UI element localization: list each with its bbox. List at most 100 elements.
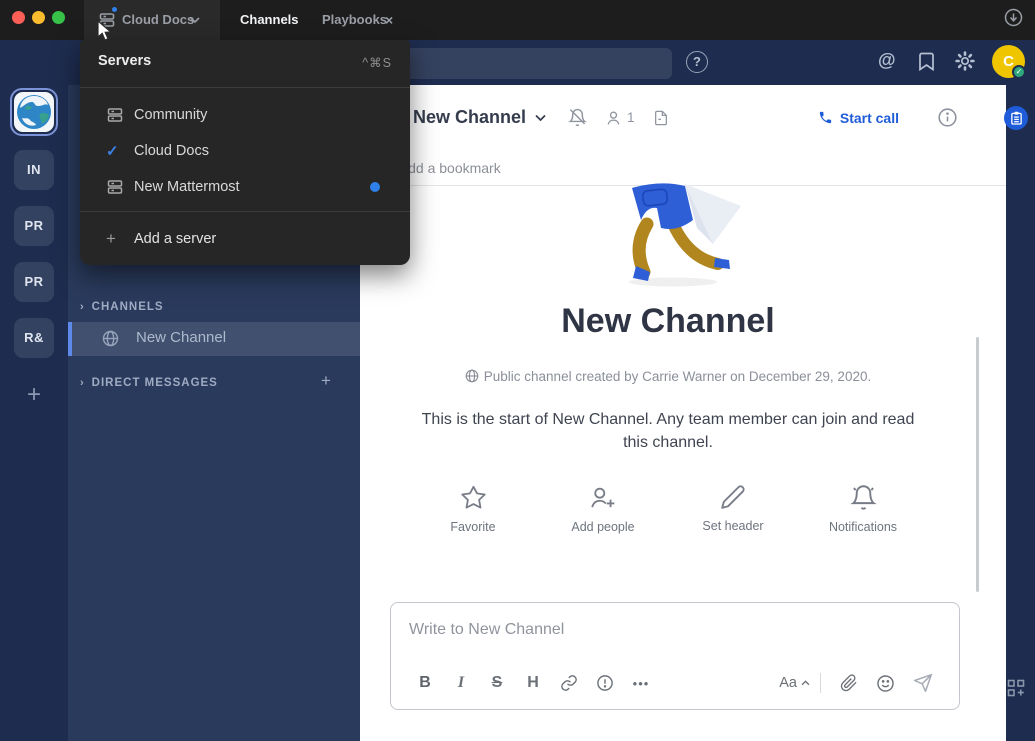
team-item[interactable]: PR <box>14 206 54 246</box>
menu-item-label: New Mattermost <box>134 179 240 195</box>
more-formatting-icon[interactable]: ••• <box>623 676 659 691</box>
server-icon <box>106 106 134 124</box>
menu-item-label: Cloud Docs <box>134 143 209 159</box>
channels-category-label: CHANNELS <box>92 301 164 313</box>
servers-menu-shortcut: ^⌘S <box>362 55 392 70</box>
intro-heading: New Channel <box>360 302 976 341</box>
favorite-button[interactable]: Favorite <box>433 484 513 534</box>
close-window-button[interactable] <box>12 11 25 24</box>
emoji-icon[interactable] <box>867 674 903 693</box>
toolbar-divider <box>820 673 821 693</box>
chevron-icon: › <box>80 301 84 313</box>
action-label: Notifications <box>829 520 897 534</box>
message-composer[interactable]: Write to New Channel B I S H ••• Aa <box>390 602 960 710</box>
link-icon[interactable] <box>551 674 587 692</box>
bell-icon <box>850 484 877 511</box>
team-item-selected[interactable] <box>10 88 58 136</box>
channels-category[interactable]: › CHANNELS <box>80 297 164 315</box>
mouse-cursor <box>97 20 113 42</box>
user-plus-icon <box>589 484 617 511</box>
set-header-button[interactable]: Set header <box>693 484 773 534</box>
chevron-icon: › <box>80 377 84 389</box>
chevron-down-icon <box>190 17 200 24</box>
tab-channels[interactable]: Channels <box>240 0 299 40</box>
italic-button[interactable]: I <box>443 674 479 692</box>
members-icon[interactable] <box>605 109 622 127</box>
team-item[interactable]: R& <box>14 318 54 358</box>
globe-team-avatar <box>14 92 54 132</box>
composer-placeholder: Write to New Channel <box>409 621 564 639</box>
direct-messages-category[interactable]: › DIRECT MESSAGES <box>80 373 218 391</box>
menu-item-label: Community <box>134 107 207 123</box>
add-server-label: Add a server <box>134 231 216 247</box>
priority-icon[interactable] <box>587 674 623 692</box>
channel-header: New Channel 1 Start call <box>360 85 1006 150</box>
dm-category-label: DIRECT MESSAGES <box>92 377 218 389</box>
strikethrough-button[interactable]: S <box>479 674 515 692</box>
help-icon[interactable]: ? <box>686 51 708 73</box>
add-direct-message-button[interactable]: + <box>321 371 331 391</box>
intro-meta: Public channel created by Carrie Warner … <box>360 369 976 384</box>
mentions-icon[interactable]: @ <box>878 50 896 71</box>
app-window: Cloud Docs Channels Playbooks × ? @ <box>0 0 1035 741</box>
channel-intro-illustration <box>615 178 765 290</box>
team-item[interactable]: IN <box>14 150 54 190</box>
saved-posts-icon[interactable] <box>918 52 935 71</box>
close-playbooks-tab-icon[interactable]: × <box>385 0 393 40</box>
intro-description: This is the start of New Channel. Any te… <box>418 408 918 454</box>
apps-grid-add-icon[interactable] <box>1007 679 1025 697</box>
pencil-icon <box>720 484 746 510</box>
server-icon <box>106 178 134 196</box>
add-bookmark-label: Add a bookmark <box>399 160 501 176</box>
composer-toolbar: B I S H ••• Aa <box>391 667 959 699</box>
globe-channel-icon <box>102 330 119 347</box>
start-call-button[interactable]: Start call <box>818 110 899 126</box>
muted-bell-icon[interactable] <box>568 108 587 127</box>
selected-channel-accent <box>68 322 72 356</box>
menu-item-new-mattermost[interactable]: New Mattermost <box>80 169 410 205</box>
scrollbar-thumb[interactable] <box>976 337 979 592</box>
minimize-window-button[interactable] <box>32 11 45 24</box>
chevron-down-icon[interactable] <box>535 114 546 122</box>
update-download-icon[interactable] <box>1004 8 1023 27</box>
servers-dropdown-menu: Servers ^⌘S Community ✓ Cloud Docs <box>80 40 410 265</box>
format-toggle-label: Aa <box>779 675 797 691</box>
action-label: Add people <box>571 520 634 534</box>
intro-actions: Favorite Add people Set header <box>360 484 976 534</box>
channel-title[interactable]: New Channel <box>413 107 526 128</box>
notifications-button[interactable]: Notifications <box>823 484 903 534</box>
plus-icon: + <box>106 229 134 249</box>
tab-playbooks[interactable]: Playbooks <box>322 0 387 40</box>
channel-item-label: New Channel <box>136 329 226 346</box>
format-toggle-button[interactable]: Aa <box>779 675 810 691</box>
online-status-badge: ✓ <box>1012 65 1026 79</box>
check-icon: ✓ <box>106 142 134 160</box>
add-server-button[interactable]: + Add a server <box>80 221 410 257</box>
action-label: Set header <box>702 519 763 533</box>
start-call-label: Start call <box>840 110 899 126</box>
star-icon <box>460 484 487 511</box>
clipboard-icon <box>1010 111 1023 125</box>
menu-item-community[interactable]: Community <box>80 97 410 133</box>
add-people-button[interactable]: Add people <box>563 484 643 534</box>
titlebar: Cloud Docs Channels Playbooks × <box>0 0 1035 40</box>
heading-button[interactable]: H <box>515 674 551 692</box>
menu-divider <box>80 87 410 88</box>
right-app-bar <box>1006 85 1035 741</box>
channel-info-icon[interactable] <box>937 107 958 128</box>
bold-button[interactable]: B <box>407 674 443 692</box>
server-tab-label: Cloud Docs <box>122 0 194 40</box>
attach-paperclip-icon[interactable] <box>831 674 867 692</box>
settings-gear-icon[interactable] <box>955 51 975 71</box>
servers-menu-title: Servers <box>98 53 151 69</box>
zoom-window-button[interactable] <box>52 11 65 24</box>
playbooks-apps-button[interactable] <box>1004 106 1028 130</box>
team-item[interactable]: PR <box>14 262 54 302</box>
server-unread-dot <box>110 5 119 14</box>
pinned-file-icon[interactable] <box>653 109 669 127</box>
add-team-button[interactable]: + <box>14 376 54 416</box>
action-label: Favorite <box>450 520 495 534</box>
unread-dot <box>370 182 380 192</box>
send-icon[interactable] <box>903 673 943 693</box>
menu-item-cloud-docs[interactable]: ✓ Cloud Docs <box>80 133 410 169</box>
